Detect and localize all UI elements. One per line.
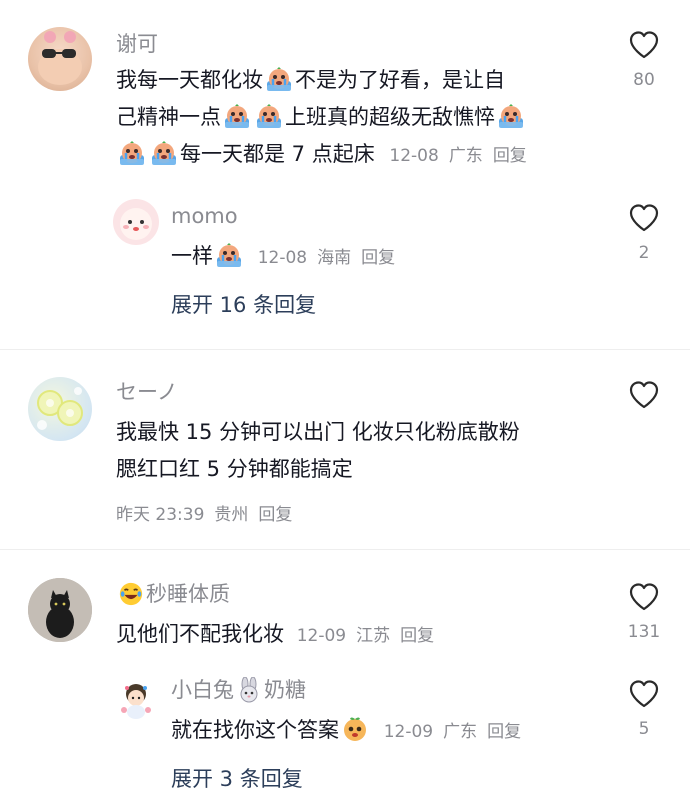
reply-text-segment: 就在找你这个答案 xyxy=(171,718,339,742)
comment-meta: 昨天 23:39 贵州 回复 xyxy=(116,500,302,525)
comment-item: 谢可 我每一天都化妆 不是为了好看，是让自 己精神一点 上班真的超级无敌憔悴 每一天… xyxy=(0,0,690,350)
like-button[interactable]: 131 xyxy=(619,582,669,644)
comment-item: 秒睡体质 见他们不配我化妆 12-09 江苏 回复 131 小白兔 奶糖 就在找你这个… xyxy=(0,550,690,811)
crying-face-emoji-icon xyxy=(255,104,283,130)
like-count: 131 xyxy=(627,622,661,642)
crying-face-emoji-icon xyxy=(265,67,293,93)
comment-username[interactable]: 谢可 xyxy=(116,30,158,58)
avatar-image xyxy=(121,684,151,719)
comment-location: 广东 xyxy=(443,722,478,742)
bunny-emoji-icon xyxy=(236,677,262,703)
comment-text-line: 我最快 15 分钟可以出门 化妆只化粉底散粉 xyxy=(116,420,520,444)
avatar[interactable] xyxy=(113,199,159,245)
reply-button[interactable]: 回复 xyxy=(361,248,395,268)
comment-username[interactable]: 秒睡体质 xyxy=(116,580,230,608)
heart-icon xyxy=(628,203,660,233)
comment-date: 12-09 xyxy=(383,722,434,742)
comment-meta: 12-08 海南 回复 xyxy=(258,248,405,268)
comment-date: 12-09 xyxy=(296,626,347,646)
comment-text-segment: 不是为了好看，是让自 xyxy=(295,68,505,92)
comment-text: 见他们不配我化妆 12-09 江苏 回复 xyxy=(116,616,616,655)
crying-face-emoji-icon xyxy=(497,104,525,130)
comment-location: 贵州 xyxy=(214,505,249,525)
reply-text: 就在找你这个答案 12-09 广东 回复 xyxy=(171,712,671,751)
avatar[interactable] xyxy=(28,27,92,91)
avatar[interactable] xyxy=(113,676,159,722)
heart-icon xyxy=(628,380,660,410)
comment-date: 昨天 23:39 xyxy=(116,505,205,525)
comment-meta: 12-09 广东 回复 xyxy=(384,722,531,742)
avatar[interactable] xyxy=(28,377,92,441)
comment-location: 江苏 xyxy=(356,626,391,646)
comment-text-segment: 我每一天都化妆 xyxy=(116,68,263,92)
like-count: 2 xyxy=(638,243,650,263)
reply-button[interactable]: 回复 xyxy=(487,722,521,742)
crying-face-emoji-icon xyxy=(118,141,146,167)
comment-username[interactable]: セーノ xyxy=(116,378,178,406)
comment-text-segment: 见他们不配我化妆 xyxy=(116,622,284,646)
peach-face-emoji-icon xyxy=(341,715,369,743)
reply-username[interactable]: momo xyxy=(171,202,238,230)
heart-icon xyxy=(628,582,660,612)
reply-button[interactable]: 回复 xyxy=(400,626,434,646)
comment-text: 我最快 15 分钟可以出门 化妆只化粉底散粉 腮红口红 5 分钟都能搞定 xyxy=(116,414,616,488)
comment-item: セーノ 我最快 15 分钟可以出门 化妆只化粉底散粉 腮红口红 5 分钟都能搞定… xyxy=(0,350,690,550)
like-button[interactable]: 2 xyxy=(619,203,669,265)
comment-text-segment: 上班真的超级无敌憔悴 xyxy=(285,105,495,129)
reply-text-segment: 一样 xyxy=(171,244,213,268)
avatar-image xyxy=(38,31,82,85)
comment-meta: 12-09 江苏 回复 xyxy=(297,626,444,646)
reply-button[interactable]: 回复 xyxy=(258,505,292,525)
crying-face-emoji-icon xyxy=(215,243,243,269)
heart-icon xyxy=(628,30,660,60)
reply-username-suffix: 奶糖 xyxy=(264,678,306,702)
comment-text-segment: 己精神一点 xyxy=(116,105,221,129)
laughing-tears-emoji-icon xyxy=(118,581,144,607)
crying-face-emoji-icon xyxy=(223,104,251,130)
reply-text: 一样 12-08 海南 回复 xyxy=(171,238,671,277)
like-button[interactable]: 5 xyxy=(619,679,669,741)
expand-replies-button[interactable]: 展开 3 条回复 xyxy=(171,765,303,793)
reply-username-text: 小白兔 xyxy=(171,678,234,702)
avatar-image xyxy=(28,578,92,642)
reply-button[interactable]: 回复 xyxy=(493,146,527,166)
comment-date: 12-08 xyxy=(257,248,308,268)
expand-replies-button[interactable]: 展开 16 条回复 xyxy=(171,291,316,319)
avatar-image xyxy=(37,387,83,430)
comment-meta: 12-08 广东 回复 xyxy=(389,146,536,166)
comment-date: 12-08 xyxy=(389,146,439,166)
like-count: 80 xyxy=(633,70,655,90)
reply-username[interactable]: 小白兔 奶糖 xyxy=(171,676,306,704)
comment-text: 我每一天都化妆 不是为了好看，是让自 己精神一点 上班真的超级无敌憔悴 每一天都是 … xyxy=(116,62,596,175)
heart-icon xyxy=(628,679,660,709)
comment-location: 海南 xyxy=(317,248,352,268)
like-count: 5 xyxy=(638,719,650,739)
avatar[interactable] xyxy=(28,578,92,642)
crying-face-emoji-icon xyxy=(150,141,178,167)
comment-text-segment: 每一天都是 7 点起床 xyxy=(180,142,375,166)
like-button[interactable] xyxy=(619,380,669,410)
comment-username-text: 秒睡体质 xyxy=(146,582,230,606)
comment-text-line: 腮红口红 5 分钟都能搞定 xyxy=(116,457,353,481)
avatar-image xyxy=(120,208,152,240)
comment-location: 广东 xyxy=(448,146,483,166)
like-button[interactable]: 80 xyxy=(619,30,669,92)
